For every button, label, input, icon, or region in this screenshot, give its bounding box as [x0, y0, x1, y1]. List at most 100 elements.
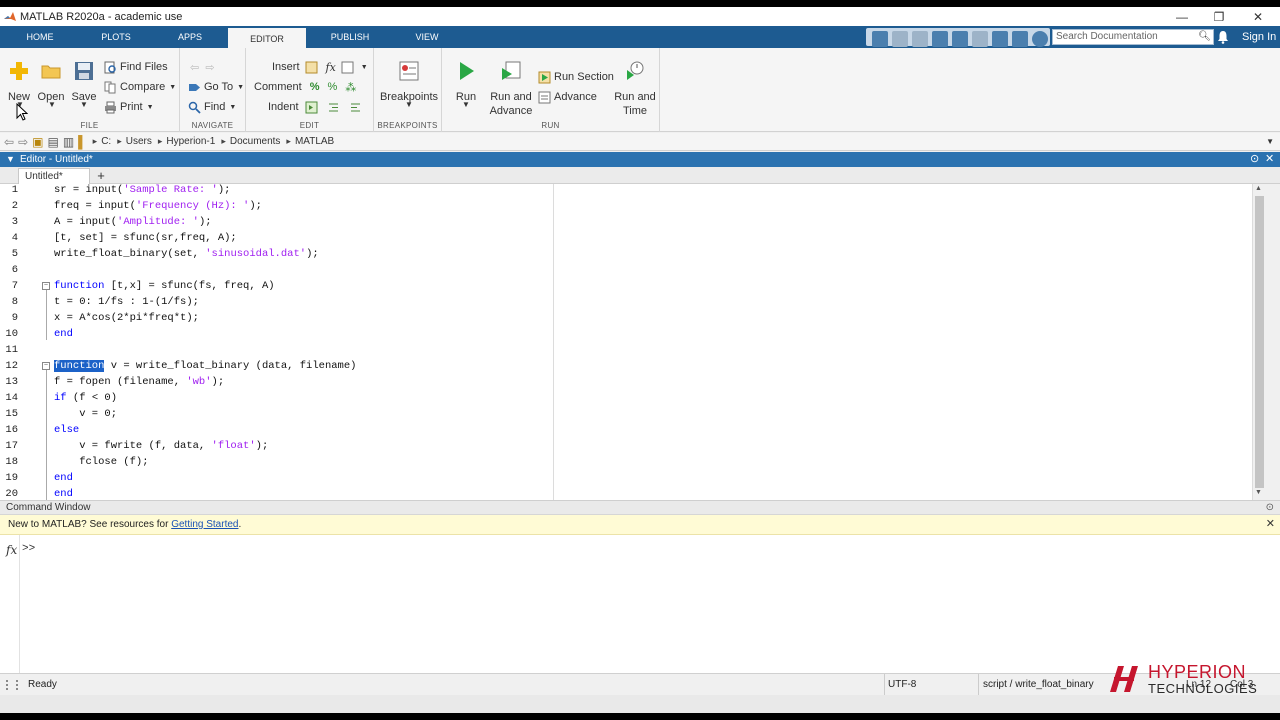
find-files-button[interactable]: Find Files	[104, 58, 168, 76]
comment-button[interactable]: Comment % % ⁂	[254, 78, 356, 96]
compare-button[interactable]: Compare ▼	[104, 78, 176, 96]
qat-redo-icon[interactable]	[972, 31, 988, 47]
editor-options-icon[interactable]: ⊙	[1250, 152, 1259, 167]
qat-save-icon[interactable]	[872, 31, 888, 47]
uncomment-icon[interactable]: %	[327, 81, 337, 93]
code-line[interactable]: 9 x = A*cos(2*pi*freq*t);	[0, 310, 1252, 326]
advance-button[interactable]: Advance	[538, 88, 597, 106]
find-button[interactable]: Find ▼	[188, 98, 236, 116]
compare-dropdown-caret[interactable]: ▼	[169, 84, 176, 91]
code-line[interactable]: 10 end	[0, 326, 1252, 342]
path-forward-icon[interactable]: ⇨	[18, 135, 28, 149]
fold-toggle-icon[interactable]: −	[42, 282, 50, 290]
nav-back-icon[interactable]: ⇦	[190, 61, 199, 74]
code-line[interactable]: 11	[0, 342, 1252, 358]
save-button[interactable]: Save	[68, 60, 100, 104]
qat-options-icon[interactable]	[1032, 31, 1048, 47]
fold-toggle-icon[interactable]: −	[42, 362, 50, 370]
open-dropdown-caret[interactable]: ▼	[48, 100, 56, 109]
comment-percent-icon[interactable]: %	[310, 81, 320, 93]
new-tab-button[interactable]: +	[92, 168, 110, 184]
editor-vertical-scrollbar[interactable]: ▲ ▼	[1252, 184, 1266, 500]
function-browser-icon[interactable]: fx	[6, 543, 17, 557]
code-line[interactable]: 7 − function [t,x] = sfunc(fs, freq, A)	[0, 278, 1252, 294]
open-button[interactable]: Open	[36, 60, 66, 104]
path-browse-icon[interactable]: ▤	[47, 135, 58, 149]
code-line[interactable]: 16 else	[0, 422, 1252, 438]
code-line[interactable]: 8 t = 0: 1/fs : 1-(1/fs);	[0, 294, 1252, 310]
run-dropdown-caret[interactable]: ▼	[462, 100, 470, 109]
maximize-button[interactable]: ❐	[1200, 7, 1238, 26]
minimize-button[interactable]: —	[1163, 7, 1201, 26]
qat-copy-icon[interactable]	[912, 31, 928, 47]
tab-plots[interactable]: PLOTS	[90, 26, 142, 48]
indent-button[interactable]: Indent	[268, 98, 365, 116]
qat-paste-icon[interactable]	[932, 31, 948, 47]
breadcrumb-matlab[interactable]: MATLAB	[295, 136, 334, 147]
path-dropdown-caret[interactable]: ▼	[1266, 137, 1274, 146]
code-line[interactable]: 20 end	[0, 486, 1252, 500]
code-editor[interactable]: 1 sr = input('Sample Rate: '); 2 freq = inp…	[0, 184, 1252, 500]
search-icon[interactable]: 🔍︎	[1198, 30, 1211, 44]
breadcrumb-users[interactable]: Users	[126, 136, 152, 147]
breadcrumb-documents[interactable]: Documents	[230, 136, 281, 147]
insert-button[interactable]: Insert fx ▼	[272, 58, 368, 76]
getting-started-link[interactable]: Getting Started	[171, 519, 238, 530]
run-and-time-button[interactable]: Run and Time	[612, 60, 658, 118]
qat-cut-icon[interactable]	[892, 31, 908, 47]
save-dropdown-caret[interactable]: ▼	[80, 100, 88, 109]
tab-home[interactable]: HOME	[14, 26, 66, 48]
code-line[interactable]: 5 write_float_binary(set, 'sinusoidal.dat…	[0, 246, 1252, 262]
breakpoints-dropdown-caret[interactable]: ▼	[405, 100, 413, 109]
path-back-icon[interactable]: ⇦	[4, 135, 14, 149]
scroll-thumb[interactable]	[1255, 196, 1264, 488]
editor-collapse-icon[interactable]: ▼	[6, 152, 15, 167]
breakpoints-button[interactable]: Breakpoints	[378, 60, 440, 104]
run-section-button[interactable]: Run Section	[538, 68, 614, 86]
command-window-options-icon[interactable]: ⊙	[1266, 501, 1274, 515]
code-line[interactable]: 4 [t, set] = sfunc(sr,freq, A);	[0, 230, 1252, 246]
code-line[interactable]: 14 if (f < 0)	[0, 390, 1252, 406]
code-line[interactable]: 13 f = fopen (filename, 'wb');	[0, 374, 1252, 390]
code-line[interactable]: 3 A = input('Amplitude: ');	[0, 214, 1252, 230]
insert-more-icon[interactable]	[341, 61, 354, 74]
go-to-dropdown-caret[interactable]: ▼	[237, 84, 244, 91]
close-window-button[interactable]: ✕	[1239, 7, 1277, 26]
tab-view[interactable]: VIEW	[404, 26, 450, 48]
code-line[interactable]: 15 v = 0;	[0, 406, 1252, 422]
file-tab-untitled[interactable]: Untitled*	[18, 168, 90, 184]
qat-help-icon[interactable]	[1012, 31, 1028, 47]
insert-section-icon[interactable]	[305, 61, 318, 74]
breadcrumb-user[interactable]: Hyperion-1	[166, 136, 215, 147]
code-line[interactable]: 6	[0, 262, 1252, 278]
new-button[interactable]: New	[4, 60, 34, 104]
back-forward-buttons[interactable]: ⇦ ⇨	[190, 58, 215, 76]
increase-indent-icon[interactable]	[327, 101, 340, 114]
print-button[interactable]: Print ▼	[104, 98, 154, 116]
run-button[interactable]: Run	[448, 60, 484, 104]
banner-close-icon[interactable]: ✕	[1266, 515, 1275, 534]
tab-editor[interactable]: EDITOR	[228, 26, 306, 48]
go-to-button[interactable]: Go To ▼	[188, 78, 244, 96]
print-dropdown-caret[interactable]: ▼	[147, 104, 154, 111]
qat-undo-icon[interactable]	[952, 31, 968, 47]
command-window-input[interactable]: fx >>	[0, 535, 1280, 673]
search-documentation-input[interactable]: Search Documentation 🔍︎	[1052, 29, 1214, 45]
code-line[interactable]: 2 freq = input('Frequency (Hz): ');	[0, 198, 1252, 214]
scroll-up-arrow[interactable]: ▲	[1255, 185, 1262, 192]
path-up-folder-icon[interactable]: ▣	[32, 135, 43, 149]
insert-dropdown-caret[interactable]: ▼	[361, 64, 368, 71]
wrap-comments-icon[interactable]: ⁂	[345, 81, 356, 94]
smart-indent-icon[interactable]	[305, 101, 318, 114]
sign-in-link[interactable]: Sign In	[1242, 26, 1276, 48]
code-line[interactable]: 18 fclose (f);	[0, 454, 1252, 470]
tab-publish[interactable]: PUBLISH	[322, 26, 378, 48]
qat-switch-windows-icon[interactable]	[992, 31, 1008, 47]
insert-function-icon[interactable]: fx	[326, 61, 336, 74]
nav-forward-icon[interactable]: ⇨	[205, 61, 214, 74]
code-line[interactable]: 17 v = fwrite (f, data, 'float');	[0, 438, 1252, 454]
editor-close-icon[interactable]: ✕	[1265, 152, 1274, 167]
code-line[interactable]: 1 sr = input('Sample Rate: ');	[0, 184, 1252, 198]
code-line[interactable]: 12 − function v = write_float_binary (data…	[0, 358, 1252, 374]
run-and-advance-button[interactable]: Run and Advance	[488, 60, 534, 118]
